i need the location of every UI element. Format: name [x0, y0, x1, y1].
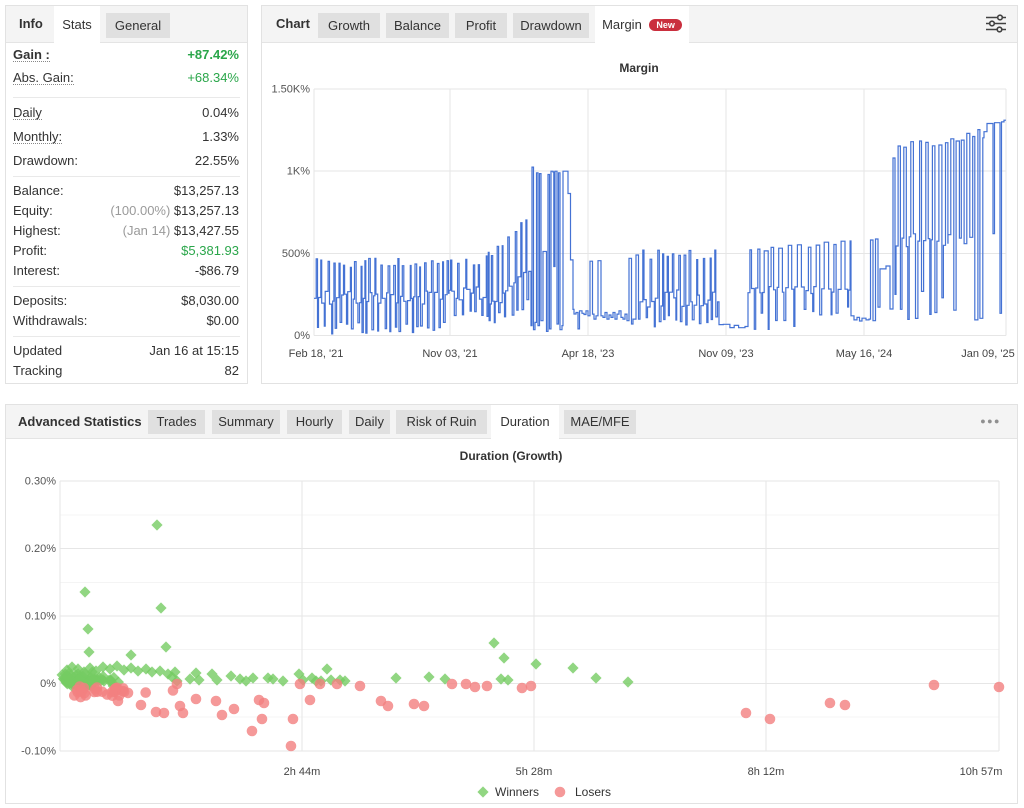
svg-text:10h 57m: 10h 57m [960, 766, 1003, 778]
svg-text:0.10%: 0.10% [25, 611, 56, 623]
svg-text:0.20%: 0.20% [25, 543, 56, 555]
svg-text:Nov 09, '23: Nov 09, '23 [698, 348, 753, 360]
svg-text:500%: 500% [282, 248, 310, 260]
svg-text:Jan 09, '25: Jan 09, '25 [961, 348, 1014, 360]
svg-text:5h 28m: 5h 28m [516, 766, 553, 778]
svg-text:Apr 18, '23: Apr 18, '23 [562, 348, 615, 360]
svg-text:Winners: Winners [495, 785, 539, 799]
svg-text:Nov 03, '21: Nov 03, '21 [422, 348, 477, 360]
svg-text:-0.10%: -0.10% [21, 746, 56, 758]
svg-text:1.50K%: 1.50K% [271, 84, 310, 96]
svg-text:Duration (Growth): Duration (Growth) [460, 449, 563, 463]
svg-text:1K%: 1K% [287, 166, 310, 178]
svg-text:0.30%: 0.30% [25, 476, 56, 488]
svg-text:2h 44m: 2h 44m [284, 766, 321, 778]
svg-text:Losers: Losers [575, 785, 611, 799]
svg-text:8h 12m: 8h 12m [748, 766, 785, 778]
svg-text:May 16, '24: May 16, '24 [836, 348, 893, 360]
svg-text:Margin: Margin [619, 61, 658, 75]
svg-text:0%: 0% [40, 678, 56, 690]
svg-text:0%: 0% [294, 330, 310, 342]
svg-text:Feb 18, '21: Feb 18, '21 [289, 348, 344, 360]
